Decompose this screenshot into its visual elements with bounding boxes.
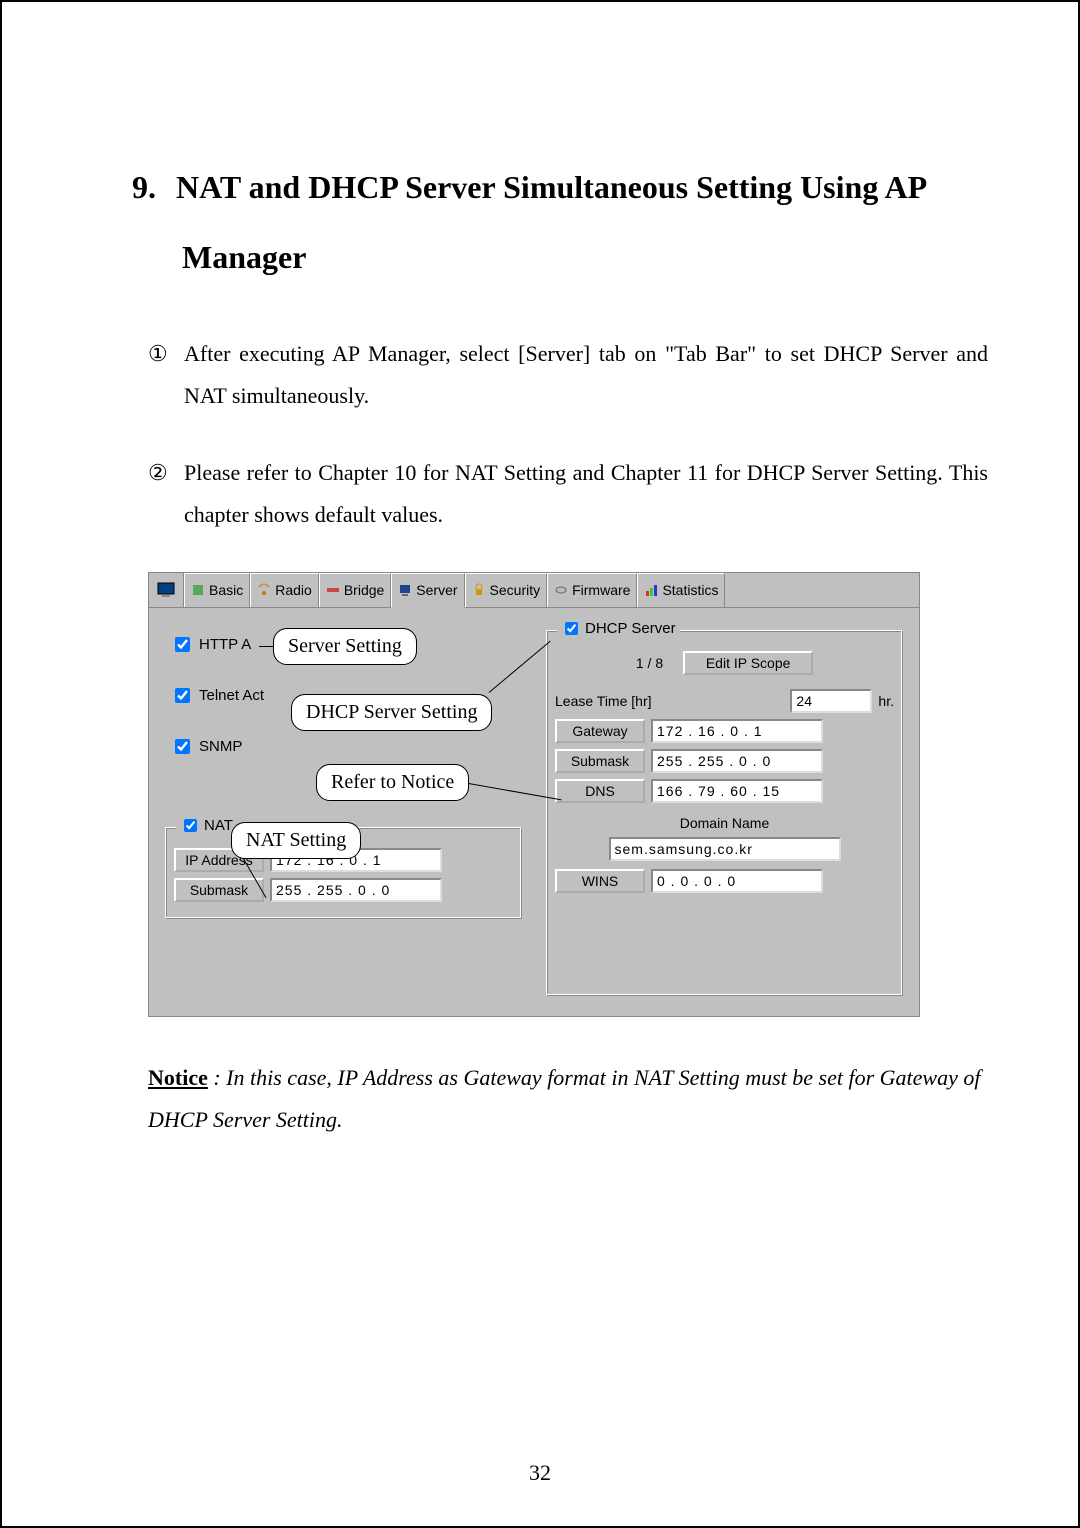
dns-label: DNS (555, 779, 645, 803)
tab-label: Basic (209, 582, 243, 598)
tab-firmware[interactable]: Firmware (547, 573, 637, 607)
http-label: HTTP A (199, 636, 251, 653)
list-marker: ① (148, 333, 184, 417)
bridge-icon (326, 583, 340, 597)
section-heading: 9. NAT and DHCP Server Simultaneous Setti… (132, 152, 988, 293)
right-column: DHCP Server 1 / 8 Edit IP Scope Lease Ti… (542, 624, 907, 1000)
domain-row: Domain Name (555, 815, 894, 831)
lease-time-label: Lease Time [hr] (555, 693, 784, 709)
heading-number: 9. (132, 169, 156, 205)
dhcp-legend: DHCP Server (557, 619, 680, 638)
monitor-icon (157, 581, 175, 599)
dhcp-legend-text: DHCP Server (585, 620, 676, 637)
tab-label: Firmware (572, 582, 630, 598)
notice-paragraph: Notice : In this case, IP Address as Gat… (148, 1057, 988, 1141)
notice-label: Notice (148, 1065, 208, 1090)
gateway-input[interactable]: 172 . 16 . 0 . 1 (651, 719, 823, 743)
wins-label: WINS (555, 869, 645, 893)
tab-label: Security (490, 582, 541, 598)
submask-label: Submask (174, 878, 264, 902)
tab-security[interactable]: Security (465, 573, 548, 607)
snmp-label: SNMP (199, 738, 242, 755)
gateway-row: Gateway 172 . 16 . 0 . 1 (555, 719, 894, 743)
dns-input[interactable]: 166 . 79 . 60 . 15 (651, 779, 823, 803)
nat-checkbox[interactable] (184, 819, 197, 832)
http-checkbox[interactable] (175, 637, 190, 652)
tab-label: Bridge (344, 582, 384, 598)
scope-row: 1 / 8 Edit IP Scope (555, 651, 894, 675)
scope-counter: 1 / 8 (636, 655, 663, 671)
lease-unit: hr. (878, 693, 894, 709)
domain-name-input[interactable]: sem.samsung.co.kr (609, 837, 841, 861)
telnet-checkbox[interactable] (175, 688, 190, 703)
dhcp-fieldset: DHCP Server 1 / 8 Edit IP Scope Lease Ti… (546, 630, 903, 996)
heading-text: NAT and DHCP Server Simultaneous Setting… (176, 169, 925, 275)
server-panel: HTTP A Telnet Act SNMP NAT IP A (149, 608, 919, 1016)
edit-ip-scope-button[interactable]: Edit IP Scope (683, 651, 813, 675)
domain-value-row: sem.samsung.co.kr (555, 837, 894, 861)
server-icon (398, 583, 412, 597)
wins-row: WINS 0 . 0 . 0 . 0 (555, 869, 894, 893)
left-column: HTTP A Telnet Act SNMP NAT IP A (161, 624, 526, 1000)
list-text: Please refer to Chapter 10 for NAT Setti… (184, 452, 988, 536)
page-number: 32 (2, 1460, 1078, 1486)
dhcp-checkbox[interactable] (565, 622, 578, 635)
ap-manager-window: Basic Radio Bridge Server Security Firmw… (148, 572, 920, 1017)
app-icon (149, 573, 184, 607)
nat-submask-row: Submask 255 . 255 . 0 . 0 (174, 878, 513, 902)
tab-bridge[interactable]: Bridge (319, 573, 391, 607)
tab-basic[interactable]: Basic (184, 573, 250, 607)
callout-dhcp-server-setting: DHCP Server Setting (291, 694, 492, 731)
lease-row: Lease Time [hr] 24 hr. (555, 689, 894, 713)
dhcp-submask-input[interactable]: 255 . 255 . 0 . 0 (651, 749, 823, 773)
domain-name-label: Domain Name (680, 815, 769, 831)
dhcp-submask-row: Submask 255 . 255 . 0 . 0 (555, 749, 894, 773)
list-text: After executing AP Manager, select [Serv… (184, 333, 988, 417)
dns-row: DNS 166 . 79 . 60 . 15 (555, 779, 894, 803)
tab-radio[interactable]: Radio (250, 573, 319, 607)
basic-icon (191, 583, 205, 597)
nat-legend-text: NAT (204, 817, 233, 834)
statistics-icon (644, 583, 658, 597)
callout-nat-setting: NAT Setting (231, 822, 361, 859)
tab-server[interactable]: Server (391, 573, 464, 608)
callout-refer-notice: Refer to Notice (316, 764, 469, 801)
list-item: ① After executing AP Manager, select [Se… (148, 333, 988, 417)
security-icon (472, 583, 486, 597)
list-item: ② Please refer to Chapter 10 for NAT Set… (148, 452, 988, 536)
tab-statistics[interactable]: Statistics (637, 573, 725, 607)
dhcp-submask-label: Submask (555, 749, 645, 773)
lease-time-input[interactable]: 24 (790, 689, 872, 713)
telnet-label: Telnet Act (199, 687, 264, 704)
wins-input[interactable]: 0 . 0 . 0 . 0 (651, 869, 823, 893)
notice-text: : In this case, IP Address as Gateway fo… (148, 1065, 980, 1132)
document-page: 9. NAT and DHCP Server Simultaneous Setti… (0, 0, 1080, 1528)
radio-icon (257, 583, 271, 597)
snmp-checkbox-row: SNMP (171, 736, 526, 757)
tab-label: Statistics (662, 582, 718, 598)
tab-bar: Basic Radio Bridge Server Security Firmw… (149, 573, 919, 608)
nat-submask-input[interactable]: 255 . 255 . 0 . 0 (270, 878, 442, 902)
tab-label: Server (416, 582, 457, 598)
snmp-checkbox[interactable] (175, 739, 190, 754)
instruction-list: ① After executing AP Manager, select [Se… (148, 333, 988, 536)
firmware-icon (554, 583, 568, 597)
gateway-label: Gateway (555, 719, 645, 743)
callout-server-setting: Server Setting (273, 628, 417, 665)
nat-legend: NAT (176, 816, 237, 835)
tab-label: Radio (275, 582, 312, 598)
list-marker: ② (148, 452, 184, 536)
